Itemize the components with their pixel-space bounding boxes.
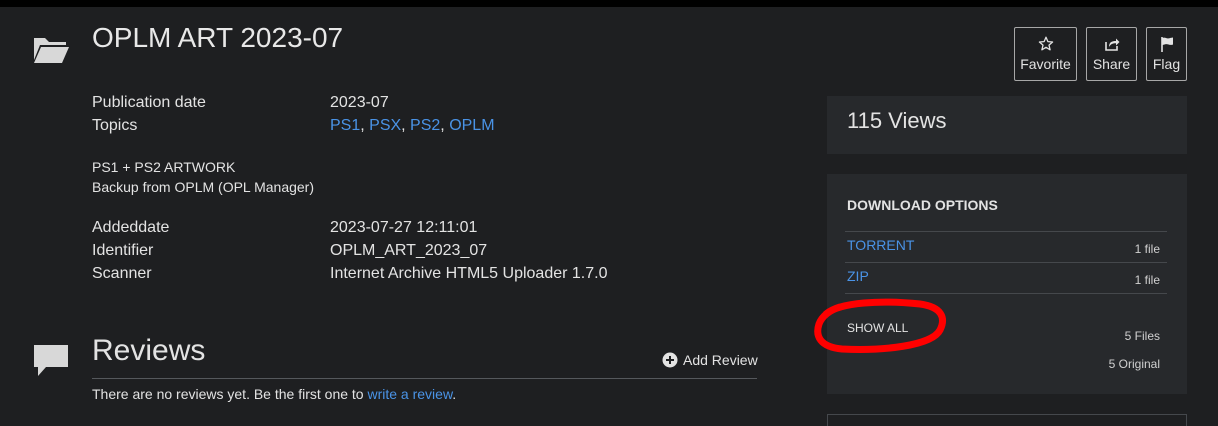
no-reviews-suffix: . [452, 386, 457, 402]
scanner-value: Internet Archive HTML5 Uploader 1.7.0 [330, 265, 608, 282]
topic-link-ps1[interactable]: PS1 [330, 117, 360, 134]
favorite-label: Favorite [1020, 56, 1071, 72]
addeddate-value: 2023-07-27 12:11:01 [330, 219, 478, 236]
original-files-count: 5 Original [1108, 357, 1160, 371]
topic-link-oplm[interactable]: OPLM [449, 117, 494, 134]
download-zip-link[interactable]: ZIP [847, 268, 869, 284]
star-icon [1038, 36, 1053, 51]
divider [845, 262, 1167, 263]
divider [845, 231, 1167, 232]
publication-date-link[interactable]: 2023-07 [330, 94, 389, 112]
topics-list: PS1, PSX, PS2, OPLM [330, 117, 495, 135]
page-title: OPLM ART 2023-07 [92, 22, 344, 53]
share-button[interactable]: Share [1086, 27, 1137, 81]
topic-separator: , [440, 117, 450, 134]
description-line: PS1 + PS2 ARTWORK [92, 159, 236, 175]
add-review-button[interactable]: Add Review [662, 352, 758, 368]
reviews-heading: Reviews [92, 334, 206, 367]
folder-icon [34, 38, 69, 63]
topic-separator: , [360, 117, 370, 134]
views-count: 115 Views [847, 108, 947, 133]
flag-label: Flag [1152, 56, 1181, 72]
addeddate-label: Addeddate [92, 219, 170, 236]
comment-icon [34, 345, 68, 376]
topic-separator: , [401, 117, 411, 134]
scanner-label: Scanner [92, 265, 152, 282]
add-review-label: Add Review [683, 352, 758, 368]
publication-date-label: Publication date [92, 94, 206, 111]
download-options-heading: DOWNLOAD OPTIONS [847, 197, 998, 213]
write-review-link[interactable]: write a review [367, 386, 452, 402]
zip-file-count: 1 file [1134, 273, 1160, 287]
flag-icon [1160, 37, 1173, 52]
no-reviews-text: There are no reviews yet. Be the first o… [92, 386, 368, 402]
plus-circle-icon [662, 352, 678, 368]
favorite-button[interactable]: Favorite [1014, 27, 1077, 81]
divider [92, 378, 757, 379]
topic-link-psx[interactable]: PSX [369, 117, 401, 134]
description-line: Backup from OPLM (OPL Manager) [92, 179, 315, 195]
annotation-circle [814, 298, 946, 353]
torrent-file-count: 1 file [1134, 242, 1160, 256]
next-panel [827, 414, 1187, 426]
total-files-count: 5 Files [1124, 329, 1160, 343]
flag-button[interactable]: Flag [1146, 27, 1187, 81]
share-label: Share [1092, 56, 1131, 72]
top-bar [0, 0, 1218, 7]
identifier-value: OPLM_ART_2023_07 [330, 242, 488, 259]
no-reviews-message: There are no reviews yet. Be the first o… [92, 386, 456, 402]
topic-link-ps2[interactable]: PS2 [410, 117, 440, 134]
download-torrent-link[interactable]: TORRENT [847, 237, 914, 253]
identifier-label: Identifier [92, 242, 154, 259]
topics-label: Topics [92, 117, 138, 134]
share-icon [1104, 38, 1119, 51]
